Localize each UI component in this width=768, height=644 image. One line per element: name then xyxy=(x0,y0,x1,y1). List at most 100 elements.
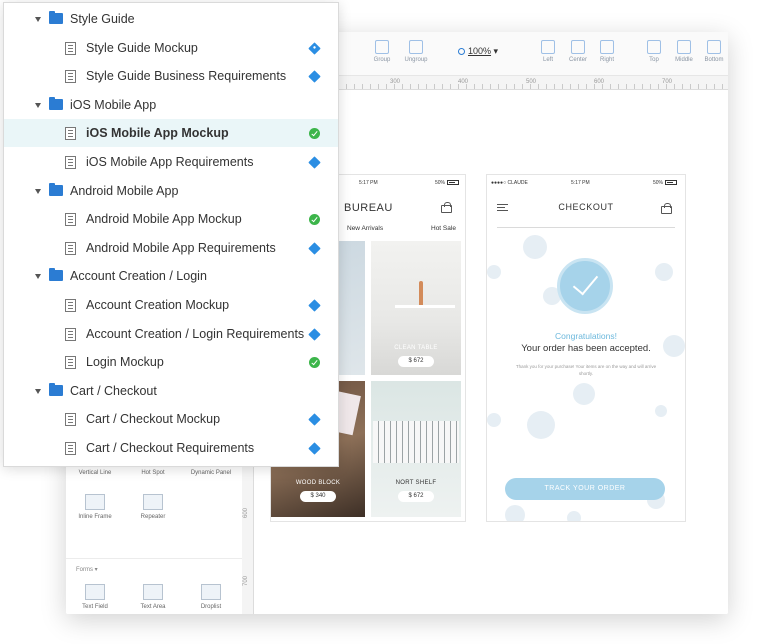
shopping-bag-icon[interactable] xyxy=(661,203,672,214)
tree-page-ios-mobile-app-requirements[interactable]: iOS Mobile App Requirements xyxy=(4,148,338,176)
page-icon xyxy=(65,127,76,141)
expand-caret-icon[interactable] xyxy=(35,17,41,22)
widget-text-field[interactable]: Text Field xyxy=(66,584,124,610)
text-field-icon xyxy=(85,584,105,600)
status-in-progress-icon xyxy=(308,41,321,55)
tree-row-label: iOS Mobile App Mockup xyxy=(86,126,229,141)
align-bottom-icon xyxy=(707,40,721,54)
tree-page-android-mobile-app-mockup[interactable]: Android Mobile App Mockup xyxy=(4,205,338,233)
status-complete-icon xyxy=(309,214,320,226)
tree-folder-cart-checkout[interactable]: Cart / Checkout xyxy=(4,377,338,405)
checkout-phone-mockup[interactable]: ●●●●○ CLAUDE 5:17 PM 50% CHECKOUT Congra… xyxy=(486,174,686,522)
align-center-icon xyxy=(571,40,585,54)
product-tile-clean-table[interactable]: CLEAN TABLE $ 672 xyxy=(371,241,461,375)
ungroup-icon xyxy=(409,40,423,54)
decor-bubble xyxy=(567,511,581,521)
repeater-icon xyxy=(143,494,163,510)
group-icon xyxy=(375,40,389,54)
droplist-icon xyxy=(201,584,221,600)
status-in-progress-icon xyxy=(308,413,321,427)
tree-row-label: Android Mobile App Requirements xyxy=(86,240,276,255)
tree-page-ios-mobile-app-mockup[interactable]: iOS Mobile App Mockup xyxy=(4,119,338,148)
shopping-bag-icon[interactable] xyxy=(441,202,452,213)
align-right-tool[interactable]: Right xyxy=(589,40,625,63)
decor-bubble xyxy=(523,235,547,259)
checkout-title: CHECKOUT xyxy=(558,202,614,212)
tree-page-cart-checkout-mockup[interactable]: Cart / Checkout Mockup xyxy=(4,405,338,433)
page-icon xyxy=(65,41,76,55)
widget-inline-frame[interactable]: Inline Frame xyxy=(66,494,124,520)
tree-row-label: Cart / Checkout Mockup xyxy=(86,412,221,427)
tree-page-login-mockup[interactable]: Login Mockup xyxy=(4,348,338,376)
folder-icon xyxy=(49,382,63,396)
widget-text-area[interactable]: Text Area xyxy=(124,584,182,610)
align-bottom-tool[interactable]: Bottom xyxy=(696,40,728,63)
tree-page-cart-checkout-requirements[interactable]: Cart / Checkout Requirements xyxy=(4,434,338,462)
folder-icon xyxy=(49,96,63,110)
battery-icon xyxy=(665,180,678,185)
page-icon xyxy=(65,356,76,370)
tree-row-label: Android Mobile App xyxy=(70,183,179,198)
widget-repeater[interactable]: Repeater xyxy=(124,494,182,520)
tree-row-label: Cart / Checkout xyxy=(70,383,157,398)
tree-folder-ios-mobile-app[interactable]: iOS Mobile App xyxy=(4,91,338,119)
page-icon xyxy=(65,413,76,427)
nav-new-arrivals[interactable]: New Arrivals xyxy=(347,225,383,232)
tree-folder-android-mobile-app[interactable]: Android Mobile App xyxy=(4,177,338,205)
widget-droplist[interactable]: Droplist xyxy=(182,584,240,610)
product-tile-nort-shelf[interactable]: NORT SHELF $ 672 xyxy=(371,381,461,517)
expand-caret-icon[interactable] xyxy=(35,388,41,394)
tree-folder-account-creation-login[interactable]: Account Creation / Login xyxy=(4,262,338,290)
align-middle-icon xyxy=(677,40,691,54)
expand-caret-icon[interactable] xyxy=(35,188,41,194)
nav-hot-sale[interactable]: Hot Sale xyxy=(431,225,456,232)
tree-row-label: Android Mobile App Mockup xyxy=(86,212,242,227)
tree-page-account-creation-login-requirements[interactable]: Account Creation / Login Requirements xyxy=(4,320,338,348)
expand-caret-icon[interactable] xyxy=(35,102,41,108)
tree-page-style-guide-mockup[interactable]: Style Guide Mockup xyxy=(4,34,338,62)
status-in-progress-icon xyxy=(308,242,321,255)
check-mark-icon xyxy=(572,268,599,296)
widget-dynamic-panel[interactable]: Dynamic Panel xyxy=(182,470,240,476)
decor-bubble xyxy=(505,505,525,521)
battery-indicator: 50% xyxy=(653,180,678,186)
vase-shape xyxy=(419,281,423,307)
text-area-icon xyxy=(143,584,163,600)
folder-icon xyxy=(49,182,63,196)
folder-icon xyxy=(49,11,63,24)
inline-frame-icon xyxy=(85,494,105,510)
status-in-progress-icon xyxy=(308,442,321,455)
congrats-heading: Congratulations! xyxy=(555,331,617,341)
success-check-circle xyxy=(557,258,613,314)
expand-caret-icon[interactable] xyxy=(35,274,41,280)
track-order-button[interactable]: TRACK YOUR ORDER xyxy=(505,478,665,500)
folder-icon xyxy=(49,268,63,282)
tree-page-style-guide-business-requirements[interactable]: Style Guide Business Requirements xyxy=(4,62,338,90)
page-icon xyxy=(65,213,76,227)
widget-vertical-line[interactable]: Vertical Line xyxy=(66,470,124,476)
tree-row-label: Style Guide Mockup xyxy=(86,40,198,55)
group-tool[interactable]: Group xyxy=(364,40,400,63)
page-icon xyxy=(65,327,76,341)
zoom-control[interactable]: 100% ▾ xyxy=(458,46,498,57)
decor-bubble xyxy=(527,411,555,439)
decor-bubble xyxy=(487,413,501,427)
tree-row-label: Cart / Checkout Requirements xyxy=(86,441,255,455)
decor-bubble xyxy=(655,263,673,281)
tree-page-android-mobile-app-requirements[interactable]: Android Mobile App Requirements xyxy=(4,234,338,262)
shelf-shape xyxy=(373,421,459,463)
forms-section-label[interactable]: Forms ▾ xyxy=(76,566,98,573)
page-icon xyxy=(65,241,76,255)
status-complete-icon xyxy=(309,357,320,369)
status-in-progress-icon xyxy=(308,156,321,169)
tree-folder-style-guide[interactable]: Style Guide xyxy=(4,5,338,33)
widget-hot-spot[interactable]: Hot Spot xyxy=(124,470,182,476)
ungroup-tool[interactable]: Ungroup xyxy=(398,40,434,63)
tree-page-account-creation-mockup[interactable]: Account Creation Mockup xyxy=(4,291,338,319)
align-left-icon xyxy=(541,40,555,54)
widget-library: Vertical Line Hot Spot Dynamic Panel Inl… xyxy=(66,452,242,614)
status-in-progress-icon xyxy=(308,70,321,83)
panel-divider xyxy=(66,558,242,559)
zoom-icon xyxy=(458,48,465,55)
page-icon xyxy=(65,299,76,312)
